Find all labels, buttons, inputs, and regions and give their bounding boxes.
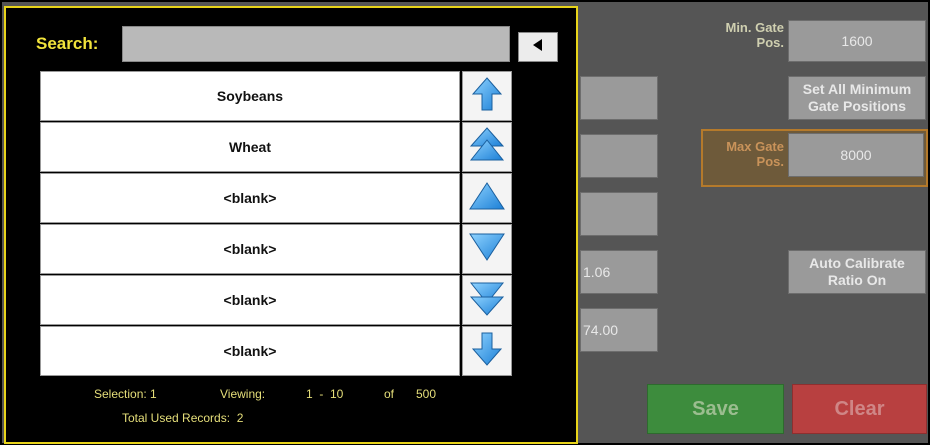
- back-button[interactable]: [518, 32, 558, 62]
- list-item[interactable]: <blank>: [40, 224, 460, 274]
- min-gate-label: Min. Gate Pos.: [725, 20, 784, 50]
- arrow-up-icon: [468, 75, 506, 118]
- total-used-records: Total Used Records: 2: [122, 411, 244, 425]
- of-label: of: [384, 387, 395, 401]
- viewing-label: Viewing:: [220, 387, 266, 401]
- max-gate-value[interactable]: 8000: [788, 133, 924, 177]
- arrow-down-icon: [468, 330, 506, 373]
- triangle-left-icon: [531, 38, 545, 57]
- triangle-down-icon: [468, 228, 506, 271]
- double-chevron-down-icon: [468, 279, 506, 322]
- clear-button[interactable]: Clear: [792, 384, 927, 434]
- list-item[interactable]: Wheat: [40, 122, 460, 172]
- list-item-label: Soybeans: [216, 88, 284, 104]
- list-item[interactable]: <blank>: [40, 275, 460, 325]
- double-chevron-up-icon: [468, 126, 506, 169]
- list-item-label: Wheat: [229, 139, 271, 155]
- search-input[interactable]: [122, 26, 510, 62]
- record-list: Soybeans Wheat <blank> <blank> <blank> <…: [40, 71, 460, 377]
- selection-popup: Search: Soybeans Wheat <blank> <blank> <…: [4, 6, 578, 444]
- max-gate-label: Max Gate Pos.: [726, 139, 784, 169]
- list-item-label: <blank>: [223, 241, 277, 257]
- selection-text: Selection: 1: [94, 387, 157, 401]
- save-button[interactable]: Save: [647, 384, 784, 434]
- list-item-label: <blank>: [223, 343, 277, 359]
- scroll-to-top-button[interactable]: [462, 71, 512, 121]
- line-down-button[interactable]: [462, 224, 512, 274]
- auto-calibrate-button[interactable]: Auto Calibrate Ratio On: [788, 250, 926, 294]
- background-field-1[interactable]: [580, 76, 658, 120]
- list-item-label: <blank>: [223, 190, 277, 206]
- background-value-2: 74.00: [583, 321, 619, 338]
- total-records: 500: [416, 387, 437, 401]
- list-item[interactable]: <blank>: [40, 173, 460, 223]
- viewing-range: 1 - 10: [306, 387, 344, 401]
- background-field-3[interactable]: [580, 192, 658, 236]
- set-all-minimum-button[interactable]: Set All Minimum Gate Positions: [788, 76, 926, 120]
- search-label: Search:: [36, 34, 99, 53]
- background-field-2[interactable]: [580, 134, 658, 178]
- page-down-button[interactable]: [462, 275, 512, 325]
- line-up-button[interactable]: [462, 173, 512, 223]
- list-item[interactable]: <blank>: [40, 326, 460, 376]
- scroll-to-bottom-button[interactable]: [462, 326, 512, 376]
- background-field-5[interactable]: 74.00: [580, 308, 658, 352]
- list-item[interactable]: Soybeans: [40, 71, 460, 121]
- page-up-button[interactable]: [462, 122, 512, 172]
- background-field-4[interactable]: 1.06: [580, 250, 658, 294]
- triangle-up-icon: [468, 177, 506, 220]
- main-screen: 1.06 74.00 Min. Gate Pos. 1600 Set All M…: [0, 0, 930, 445]
- background-value-1: 1.06: [583, 263, 611, 280]
- scroll-buttons: [462, 71, 512, 377]
- min-gate-value[interactable]: 1600: [788, 20, 926, 62]
- list-item-label: <blank>: [223, 292, 277, 308]
